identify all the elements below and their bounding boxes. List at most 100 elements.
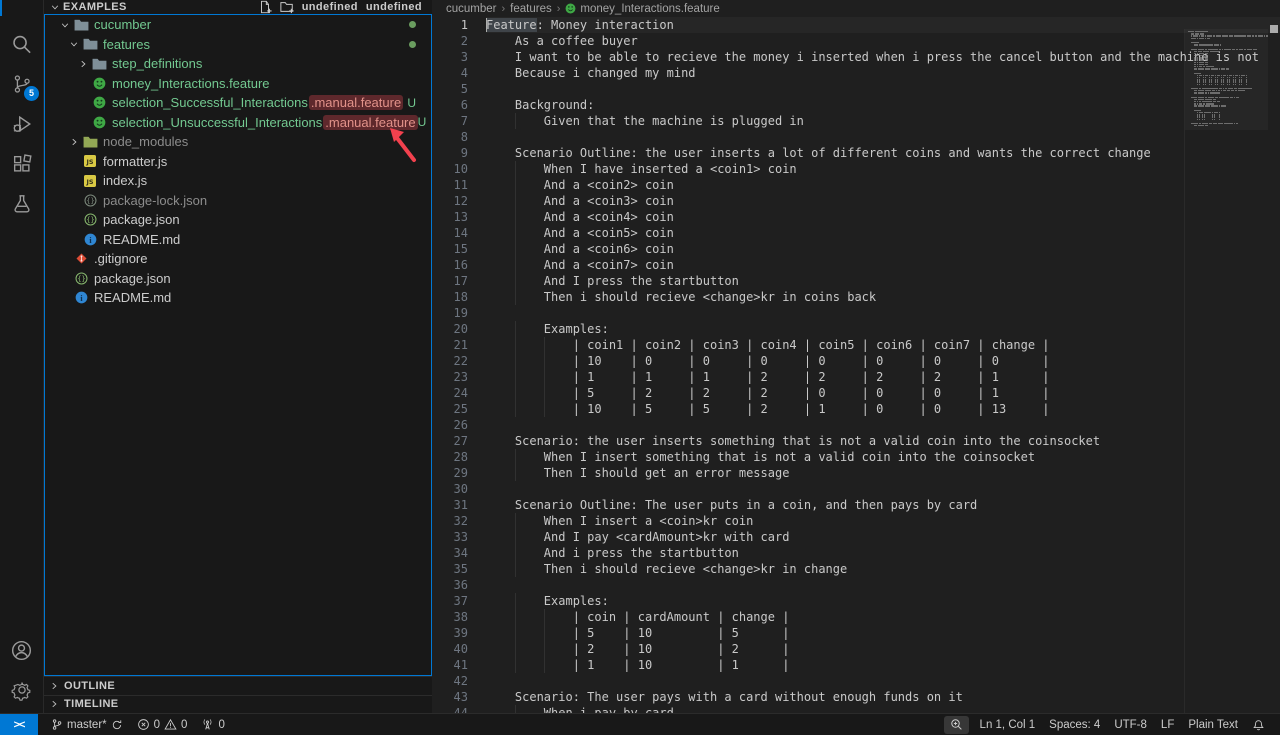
settings-icon bbox=[11, 679, 33, 701]
panel-header-timeline[interactable]: TIMELINE bbox=[44, 695, 432, 714]
tree-item-package-lock-json[interactable]: {}package-lock.json bbox=[45, 191, 431, 211]
indentation-item[interactable]: Spaces: 4 bbox=[1042, 714, 1107, 735]
tree-item-package-json[interactable]: {}package.json bbox=[45, 269, 431, 289]
tree-item-features[interactable]: features bbox=[45, 35, 431, 55]
code-line: Then i should recieve <change>kr in chan… bbox=[486, 561, 1280, 577]
code-area[interactable]: 1234567891011121314151617181920212223242… bbox=[432, 17, 1280, 713]
minimap-segment bbox=[1223, 97, 1225, 98]
minimap-segment bbox=[1246, 79, 1247, 80]
minimap-segment bbox=[1247, 35, 1252, 36]
branch-status-item[interactable]: master* bbox=[44, 714, 130, 735]
indent-guide bbox=[544, 369, 545, 385]
remote-indicator[interactable]: >< bbox=[0, 714, 38, 735]
language-mode-item[interactable]: Plain Text bbox=[1181, 714, 1245, 735]
cursor-position-item[interactable]: Ln 1, Col 1 bbox=[973, 714, 1043, 735]
chevron-down-icon bbox=[66, 39, 82, 49]
breadcrumb-item[interactable]: features bbox=[510, 3, 552, 15]
activity-item-extensions[interactable] bbox=[0, 144, 43, 184]
minimap-segment bbox=[1205, 125, 1208, 126]
code-line: When I insert a <coin>kr coin bbox=[486, 513, 1280, 529]
minimap-segment bbox=[1205, 79, 1206, 80]
activity-item-settings[interactable] bbox=[0, 670, 43, 710]
line-number: 34 bbox=[432, 545, 468, 561]
minimap-segment bbox=[1241, 77, 1242, 78]
status-bar: >< master*000 Ln 1, Col 1Spaces: 4UTF-8L… bbox=[0, 713, 1280, 735]
minimap-segment bbox=[1194, 99, 1197, 100]
new-file-button[interactable] bbox=[258, 0, 272, 14]
breadcrumb-item[interactable]: cucumber bbox=[446, 3, 497, 15]
minimap-segment bbox=[1199, 90, 1204, 91]
new-folder-button[interactable] bbox=[280, 0, 294, 14]
activity-item-account[interactable] bbox=[0, 630, 43, 670]
refresh-explorer-button[interactable]: undefined bbox=[302, 0, 358, 14]
collapse-folders-button[interactable]: undefined bbox=[366, 0, 422, 14]
tree-item-package-json[interactable]: {}package.json bbox=[45, 210, 431, 230]
minimap-segment bbox=[1205, 97, 1207, 98]
zoom-status-item[interactable] bbox=[944, 716, 969, 734]
minimap-segment bbox=[1238, 35, 1240, 36]
ports-status-item[interactable]: 0 bbox=[194, 714, 231, 735]
panel-label: OUTLINE bbox=[64, 680, 115, 692]
minimap-segment bbox=[1205, 59, 1208, 60]
minimap-segment bbox=[1199, 75, 1203, 76]
indent-guide bbox=[544, 609, 545, 625]
minimap-segment bbox=[1199, 92, 1204, 93]
explorer-section-header[interactable]: EXAMPLES undefinedundefined bbox=[44, 0, 432, 14]
tree-item-selection-successful-interactions[interactable]: selection_Successful_Interactions.manual… bbox=[45, 93, 431, 113]
minimap-segment bbox=[1235, 77, 1236, 78]
tree-item-index-js[interactable]: JSindex.js bbox=[45, 171, 431, 191]
minimap[interactable] bbox=[1184, 29, 1268, 713]
chevron-right-icon bbox=[66, 137, 82, 147]
activity-item-source-control[interactable]: 5 bbox=[0, 64, 43, 104]
minimap-segment bbox=[1224, 49, 1231, 50]
line-number: 4 bbox=[432, 65, 468, 81]
tree-item-label: README.md bbox=[94, 290, 171, 305]
minimap-segment bbox=[1235, 79, 1236, 80]
minimap-segment bbox=[1235, 84, 1236, 85]
indent-guide bbox=[515, 561, 516, 577]
tree-item--gitignore[interactable]: .gitignore bbox=[45, 249, 431, 269]
breadcrumb-item[interactable]: money_Interactions.feature bbox=[565, 3, 719, 15]
tree-item-money-interactions-feature[interactable]: money_Interactions.feature bbox=[45, 74, 431, 94]
minimap-segment bbox=[1209, 123, 1212, 124]
tree-item-node-modules[interactable]: node_modules bbox=[45, 132, 431, 152]
minimap-segment bbox=[1194, 105, 1197, 106]
scm-badge: 5 bbox=[24, 86, 39, 101]
minimap-segment bbox=[1194, 57, 1196, 58]
svg-text:{}: {} bbox=[86, 216, 94, 224]
problems-status-item[interactable]: 00 bbox=[130, 714, 195, 735]
activity-item-run-debug[interactable] bbox=[0, 104, 43, 144]
notifications-item[interactable] bbox=[1245, 714, 1272, 735]
encoding-item[interactable]: UTF-8 bbox=[1107, 714, 1154, 735]
indent-guide bbox=[515, 657, 516, 673]
vertical-scrollbar[interactable] bbox=[1268, 17, 1280, 713]
code-content[interactable]: Feature: Money interaction As a coffee b… bbox=[486, 17, 1280, 713]
breadcrumb-label: cucumber bbox=[446, 3, 497, 15]
minimap-segment bbox=[1239, 49, 1243, 50]
chevron-right-icon bbox=[44, 699, 64, 709]
js-icon: JS bbox=[82, 175, 98, 187]
minimap-segment bbox=[1229, 84, 1230, 85]
eol-item[interactable]: LF bbox=[1154, 714, 1181, 735]
activity-item-testing[interactable] bbox=[0, 184, 43, 224]
breadcrumb-separator-icon: › bbox=[502, 3, 506, 15]
minimap-segment bbox=[1221, 105, 1226, 106]
minimap-segment bbox=[1234, 88, 1237, 89]
indent-guide bbox=[515, 289, 516, 305]
tree-item-readme-md[interactable]: iREADME.md bbox=[45, 288, 431, 308]
panel-header-outline[interactable]: OUTLINE bbox=[44, 676, 432, 695]
minimap-segment bbox=[1205, 84, 1206, 85]
activity-item-search[interactable] bbox=[0, 24, 43, 64]
tree-item-formatter-js[interactable]: JSformatter.js bbox=[45, 152, 431, 172]
minimap-segment bbox=[1214, 112, 1219, 113]
tree-item-cucumber[interactable]: cucumber bbox=[45, 15, 431, 35]
tree-item-readme-md[interactable]: iREADME.md bbox=[45, 230, 431, 250]
tree-item-selection-unsuccessful-interactions[interactable]: selection_Unsuccessful_Interactions.manu… bbox=[45, 113, 431, 133]
tree-item-step-definitions[interactable]: step_definitions bbox=[45, 54, 431, 74]
indent-guide bbox=[515, 401, 516, 417]
indent-guide bbox=[544, 657, 545, 673]
json-icon: {} bbox=[82, 213, 98, 226]
filename-match-highlight: .manual.feature bbox=[309, 95, 403, 110]
code-line: I want to be able to recieve the money i… bbox=[486, 49, 1280, 65]
line-number: 39 bbox=[432, 625, 468, 641]
